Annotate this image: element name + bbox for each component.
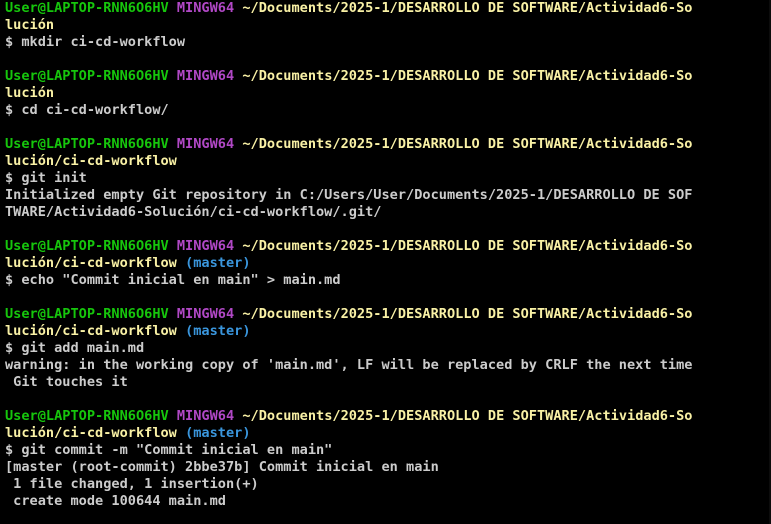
terminal-text: $ cd ci-cd-workflow/ bbox=[5, 102, 169, 118]
prompt-user-host: User@LAPTOP-RNN6O6HV bbox=[5, 0, 169, 16]
terminal-line-prompt: User@LAPTOP-RNN6O6HV MINGW64 ~/Documents… bbox=[5, 306, 769, 323]
prompt-shell-name: MINGW64 bbox=[176, 0, 235, 16]
prompt-user-host: User@LAPTOP-RNN6O6HV bbox=[5, 306, 169, 322]
prompt-path: lución bbox=[5, 85, 55, 101]
prompt-path: ~/Documents/2025-1/DESARROLLO DE SOFTWAR… bbox=[242, 0, 693, 16]
terminal-text: $ mkdir ci-cd-workflow bbox=[5, 34, 186, 50]
terminal-line-command: $ git add main.md bbox=[5, 340, 769, 357]
terminal-line-prompt: User@LAPTOP-RNN6O6HV MINGW64 ~/Documents… bbox=[5, 238, 769, 255]
terminal-window[interactable]: User@LAPTOP-RNN6O6HV MINGW64 ~/Documents… bbox=[0, 0, 771, 524]
terminal-line-output: Initialized empty Git repository in C:/U… bbox=[5, 187, 769, 204]
prompt-shell-name: MINGW64 bbox=[176, 306, 235, 322]
prompt-branch: (master) bbox=[185, 255, 251, 271]
prompt-path: ~/Documents/2025-1/DESARROLLO DE SOFTWAR… bbox=[242, 238, 693, 254]
prompt-branch: (master) bbox=[185, 323, 251, 339]
terminal-text: Initialized empty Git repository in C:/U… bbox=[5, 187, 693, 203]
terminal-line-prompt: lución/ci-cd-workflow (master) bbox=[5, 255, 769, 272]
terminal-line-command: $ git commit -m "Commit inicial en main" bbox=[5, 442, 769, 459]
prompt-shell-name: MINGW64 bbox=[176, 238, 235, 254]
terminal-line-prompt: lución bbox=[5, 17, 769, 34]
terminal-line-command: $ cd ci-cd-workflow/ bbox=[5, 102, 769, 119]
prompt-path: ~/Documents/2025-1/DESARROLLO DE SOFTWAR… bbox=[242, 68, 693, 84]
prompt-shell-name: MINGW64 bbox=[176, 408, 235, 424]
terminal-text: Git touches it bbox=[5, 374, 128, 390]
terminal-text: create mode 100644 main.md bbox=[5, 493, 226, 509]
prompt-user-host: User@LAPTOP-RNN6O6HV bbox=[5, 238, 169, 254]
terminal-line-prompt: lución bbox=[5, 85, 769, 102]
terminal-line-output: Git touches it bbox=[5, 374, 769, 391]
prompt-user-host: User@LAPTOP-RNN6O6HV bbox=[5, 136, 169, 152]
terminal-line-prompt: User@LAPTOP-RNN6O6HV MINGW64 ~/Documents… bbox=[5, 136, 769, 153]
prompt-user-host: User@LAPTOP-RNN6O6HV bbox=[5, 68, 169, 84]
prompt-shell-name: MINGW64 bbox=[176, 68, 235, 84]
terminal-text: $ echo "Commit inicial en main" > main.m… bbox=[5, 272, 341, 288]
prompt-branch: (master) bbox=[185, 425, 251, 441]
terminal-line-command: $ mkdir ci-cd-workflow bbox=[5, 34, 769, 51]
terminal-text: 1 file changed, 1 insertion(+) bbox=[5, 476, 259, 492]
terminal-text: $ git add main.md bbox=[5, 340, 145, 356]
terminal-line-output: create mode 100644 main.md bbox=[5, 493, 769, 510]
prompt-user-host: User@LAPTOP-RNN6O6HV bbox=[5, 408, 169, 424]
prompt-path: ~/Documents/2025-1/DESARROLLO DE SOFTWAR… bbox=[242, 408, 693, 424]
prompt-path: lución/ci-cd-workflow bbox=[5, 255, 177, 271]
prompt-path: lución/ci-cd-workflow bbox=[5, 153, 177, 169]
prompt-path: lución/ci-cd-workflow bbox=[5, 323, 177, 339]
prompt-path: ~/Documents/2025-1/DESARROLLO DE SOFTWAR… bbox=[242, 306, 693, 322]
terminal-line-prompt: lución/ci-cd-workflow (master) bbox=[5, 323, 769, 340]
terminal-output[interactable]: User@LAPTOP-RNN6O6HV MINGW64 ~/Documents… bbox=[5, 0, 769, 510]
terminal-line-output: [master (root-commit) 2bbe37b] Commit in… bbox=[5, 459, 769, 476]
terminal-text: $ git init bbox=[5, 170, 87, 186]
terminal-line-output: TWARE/Actividad6-Solución/ci-cd-workflow… bbox=[5, 204, 769, 221]
terminal-line-output: warning: in the working copy of 'main.md… bbox=[5, 357, 769, 374]
terminal-text: TWARE/Actividad6-Solución/ci-cd-workflow… bbox=[5, 204, 382, 220]
prompt-path: lución/ci-cd-workflow bbox=[5, 425, 177, 441]
terminal-line-prompt: lución/ci-cd-workflow bbox=[5, 153, 769, 170]
prompt-path: lución bbox=[5, 17, 55, 33]
terminal-line-prompt: lución/ci-cd-workflow (master) bbox=[5, 425, 769, 442]
prompt-path: ~/Documents/2025-1/DESARROLLO DE SOFTWAR… bbox=[242, 136, 693, 152]
terminal-line-prompt: User@LAPTOP-RNN6O6HV MINGW64 ~/Documents… bbox=[5, 68, 769, 85]
terminal-line-output: 1 file changed, 1 insertion(+) bbox=[5, 476, 769, 493]
terminal-text: [master (root-commit) 2bbe37b] Commit in… bbox=[5, 459, 439, 475]
terminal-text: warning: in the working copy of 'main.md… bbox=[5, 357, 693, 373]
terminal-text: $ git commit -m "Commit inicial en main" bbox=[5, 442, 333, 458]
terminal-line-prompt: User@LAPTOP-RNN6O6HV MINGW64 ~/Documents… bbox=[5, 408, 769, 425]
prompt-shell-name: MINGW64 bbox=[176, 136, 235, 152]
terminal-line-prompt: User@LAPTOP-RNN6O6HV MINGW64 ~/Documents… bbox=[5, 0, 769, 17]
terminal-line-command: $ echo "Commit inicial en main" > main.m… bbox=[5, 272, 769, 289]
terminal-line-command: $ git init bbox=[5, 170, 769, 187]
